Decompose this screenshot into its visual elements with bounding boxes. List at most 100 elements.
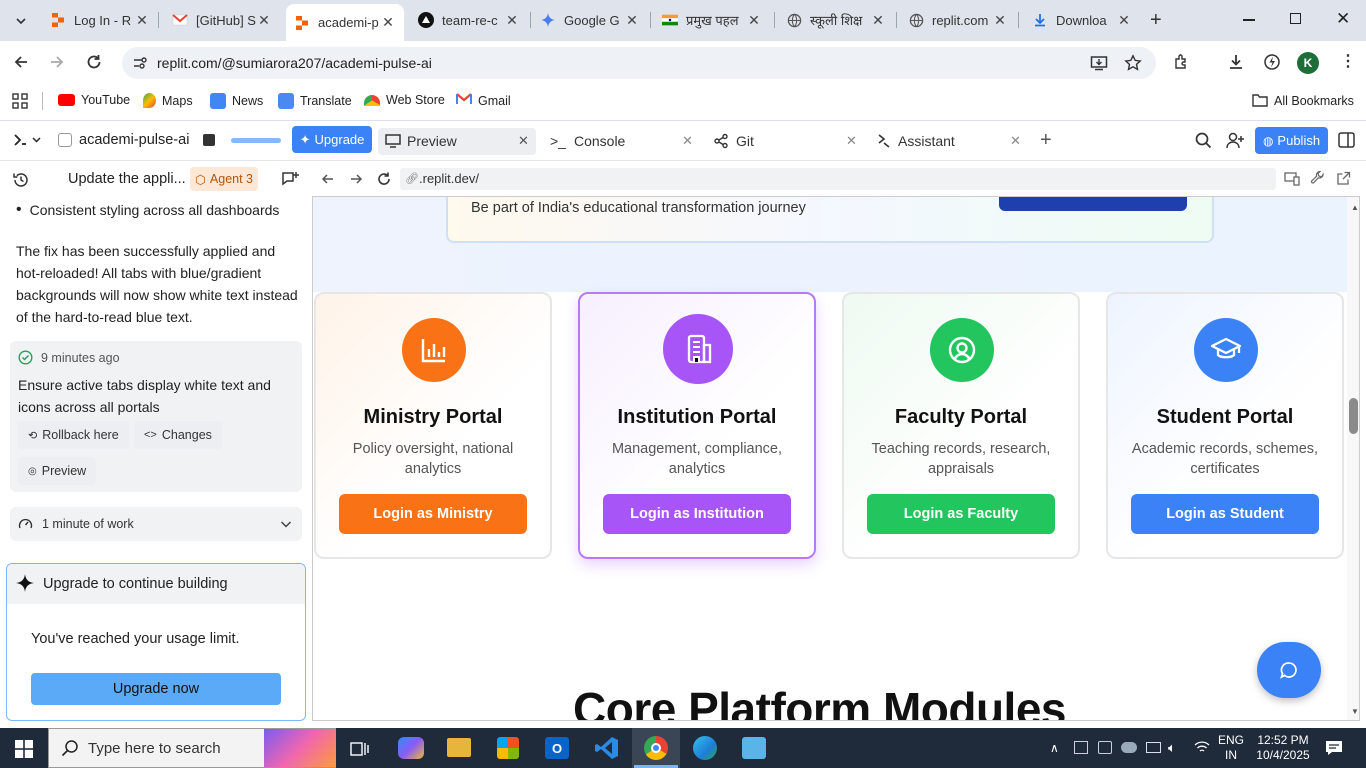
chat-title[interactable]: Update the appli... — [68, 171, 186, 187]
close-icon[interactable]: ✕ — [870, 12, 886, 29]
extensions-icon[interactable] — [1173, 53, 1191, 71]
file-explorer-icon[interactable] — [447, 738, 471, 757]
bookmark-youtube[interactable]: YouTube — [58, 93, 130, 107]
browser-tab[interactable]: Google G ✕ — [532, 6, 648, 34]
chat-fab-button[interactable] — [1257, 642, 1321, 698]
device-icon[interactable] — [1098, 741, 1112, 754]
close-icon[interactable]: ✕ — [682, 133, 693, 149]
close-icon[interactable]: ✕ — [624, 12, 640, 29]
tab-assistant[interactable]: Assistant — [877, 128, 955, 154]
taskbar-search-box[interactable]: Type here to search — [48, 728, 336, 768]
forward-button[interactable] — [48, 53, 66, 71]
add-tab-button[interactable]: + — [1040, 129, 1052, 152]
chevron-up-icon[interactable]: ∧ — [1050, 741, 1059, 755]
bookmark-translate[interactable]: Translate — [278, 93, 352, 109]
edge-icon[interactable] — [693, 736, 717, 760]
performance-icon[interactable] — [1263, 53, 1281, 71]
notification-center-icon[interactable] — [1325, 740, 1343, 756]
preview-url-text[interactable]: .replit.dev/ — [419, 171, 479, 186]
close-icon[interactable]: ✕ — [846, 133, 857, 149]
chrome-icon[interactable] — [644, 736, 668, 760]
browser-tab[interactable]: replit.com ✕ — [900, 6, 1016, 34]
stop-icon[interactable] — [203, 134, 215, 146]
close-icon[interactable]: ✕ — [1010, 133, 1021, 149]
downloads-icon[interactable] — [1227, 53, 1245, 71]
bookmark-star-icon[interactable] — [1124, 54, 1142, 72]
battery-icon[interactable] — [1146, 742, 1161, 753]
replit-logo-menu[interactable] — [14, 133, 44, 147]
wifi-icon[interactable] — [1194, 740, 1210, 754]
site-settings-icon[interactable] — [132, 55, 148, 71]
bookmark-maps[interactable]: Maps — [143, 93, 193, 108]
minimize-button[interactable] — [1243, 19, 1255, 21]
chevron-down-icon[interactable] — [280, 519, 292, 529]
toggle-panel-icon[interactable] — [1338, 132, 1355, 148]
new-tab-button[interactable]: + — [1150, 10, 1162, 30]
close-icon[interactable]: ✕ — [518, 133, 529, 149]
browser-tab-active[interactable]: academi-p ✕ — [286, 4, 404, 41]
onedrive-icon[interactable] — [1121, 742, 1137, 753]
preview-scrollbar[interactable] — [1347, 197, 1359, 720]
taskbar-clock[interactable]: 12:52 PM 10/4/2025 — [1254, 733, 1312, 763]
maximize-button[interactable] — [1290, 13, 1301, 24]
login-institution-button[interactable]: Login as Institution — [603, 494, 791, 534]
bookmark-news[interactable]: News — [210, 93, 263, 109]
tab-search-button[interactable] — [8, 8, 34, 34]
close-icon[interactable]: ✕ — [992, 12, 1008, 29]
login-ministry-button[interactable]: Login as Ministry — [339, 494, 527, 534]
upgrade-now-button[interactable]: Upgrade now — [31, 673, 281, 705]
window-close-button[interactable]: ✕ — [1336, 9, 1350, 29]
tab-console[interactable]: >_ Console — [550, 128, 625, 154]
volume-icon[interactable]: 🔈︎ — [1168, 740, 1176, 756]
apps-grid-icon[interactable] — [12, 93, 28, 109]
new-chat-icon[interactable] — [281, 171, 299, 188]
language-indicator[interactable]: ENG IN — [1218, 733, 1244, 763]
url-text[interactable]: replit.com/@sumiarora207/academi-pulse-a… — [157, 55, 432, 71]
all-bookmarks-button[interactable]: All Bookmarks — [1252, 93, 1354, 109]
photos-icon[interactable] — [742, 737, 766, 759]
browser-tab[interactable]: प्रमुख पहल ✕ — [654, 6, 770, 34]
close-icon[interactable]: ✕ — [134, 12, 150, 29]
history-icon[interactable] — [12, 171, 30, 189]
open-external-icon[interactable] — [1336, 171, 1351, 186]
devices-icon[interactable] — [1284, 171, 1300, 186]
login-student-button[interactable]: Login as Student — [1131, 494, 1319, 534]
close-icon[interactable]: ✕ — [504, 12, 520, 29]
rollback-button[interactable]: ⟲ Rollback here — [18, 421, 129, 449]
project-name[interactable]: academi-pulse-ai — [79, 132, 189, 148]
close-icon[interactable]: ✕ — [380, 14, 396, 31]
browser-tab[interactable]: स्कूली शिक्ष ✕ — [778, 6, 894, 34]
search-icon[interactable] — [1195, 132, 1212, 149]
publish-button[interactable]: ◍ Publish — [1255, 127, 1328, 154]
close-icon[interactable]: ✕ — [746, 12, 762, 29]
browser-menu-icon[interactable]: ⋮ — [1340, 54, 1356, 70]
install-app-icon[interactable] — [1090, 54, 1108, 72]
agent-badge[interactable]: ⬡ Agent 3 — [190, 167, 258, 191]
scroll-down-icon[interactable]: ▼ — [1351, 707, 1359, 716]
ime-icon[interactable] — [1074, 741, 1088, 754]
preview-scrollbar-thumb[interactable] — [1349, 398, 1358, 434]
browser-tab[interactable]: [GitHub] S ✕ — [164, 6, 280, 34]
windows-start-button[interactable] — [15, 740, 33, 758]
scroll-up-icon[interactable]: ▲ — [1351, 203, 1359, 212]
preview-button[interactable]: ◎ Preview — [18, 457, 97, 485]
browser-tab[interactable]: team-re-c ✕ — [410, 6, 528, 34]
task-view-icon[interactable] — [350, 740, 370, 758]
upgrade-button[interactable]: ✦ Upgrade — [292, 126, 372, 153]
preview-url-bar[interactable]: 🔗︎ .replit.dev/ — [400, 168, 1276, 190]
preview-forward-button[interactable] — [348, 171, 364, 187]
wrench-icon[interactable] — [1310, 171, 1325, 186]
browser-tab[interactable]: Downloa ✕ — [1024, 6, 1140, 34]
bookmark-gmail[interactable]: Gmail — [456, 93, 511, 109]
changes-button[interactable]: <> Changes — [134, 421, 222, 449]
address-bar[interactable]: replit.com/@sumiarora207/academi-pulse-a… — [122, 47, 1156, 79]
microsoft-store-icon[interactable] — [497, 737, 519, 759]
bookmark-web-store[interactable]: Web Store — [364, 93, 445, 107]
profile-avatar[interactable]: K — [1297, 52, 1319, 74]
outlook-icon[interactable]: O — [545, 737, 569, 759]
close-icon[interactable]: ✕ — [256, 12, 272, 29]
tab-preview[interactable]: Preview — [385, 128, 457, 154]
cta-button[interactable] — [999, 197, 1187, 211]
copilot-icon[interactable] — [398, 737, 424, 759]
vscode-icon[interactable] — [595, 736, 619, 760]
